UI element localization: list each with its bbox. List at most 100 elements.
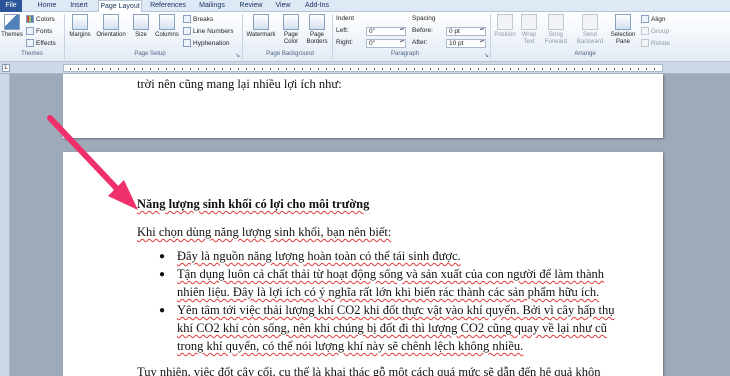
tab-mailings[interactable]: Mailings — [194, 0, 230, 12]
indent-heading: Indent — [336, 15, 355, 22]
line-numbers-button[interactable]: Line Numbers — [183, 27, 233, 37]
ruler-tick — [230, 68, 231, 70]
ruler-tick — [582, 68, 583, 70]
ruler-tick — [558, 68, 559, 70]
ruler-tick — [166, 68, 167, 70]
rotate-button[interactable]: Rotate — [641, 39, 670, 49]
position-button[interactable]: Position — [492, 14, 518, 39]
page1-last-line: trời nên cũng mang lại nhiều lợi ích như… — [137, 77, 342, 91]
breaks-icon — [183, 15, 191, 24]
watermark-icon — [253, 14, 269, 30]
tab-insert[interactable]: Insert — [64, 0, 94, 12]
indent-left-input[interactable]: 0" — [366, 27, 406, 36]
ruler-tick — [630, 68, 631, 70]
group-divider — [64, 14, 65, 59]
ruler-tick — [142, 68, 143, 70]
vertical-ruler[interactable] — [0, 74, 10, 376]
hyphenation-button[interactable]: Hyphenation — [183, 39, 230, 49]
themes-group-label: Themes — [21, 51, 43, 57]
page-background-group-label: Page Background — [266, 51, 314, 57]
ruler-tick — [470, 68, 471, 70]
ruler-tick — [430, 68, 431, 70]
ruler-tick — [286, 68, 287, 70]
ruler-tick — [78, 68, 79, 70]
bring-forward-icon — [548, 14, 564, 30]
align-button[interactable]: Align — [641, 15, 665, 25]
ruler-tick — [590, 68, 591, 70]
ruler-tick — [542, 68, 543, 70]
align-icon — [641, 15, 649, 24]
theme-effects-button[interactable]: Effects — [26, 39, 56, 49]
ruler-tick — [534, 68, 535, 70]
bring-forward-button[interactable]: Bring Forward — [542, 14, 570, 46]
spacing-heading: Spacing — [412, 15, 436, 22]
group-divider — [332, 14, 333, 59]
indent-right-label: Right: — [336, 39, 353, 46]
ruler-tick — [342, 68, 343, 70]
ruler-tick — [518, 68, 519, 70]
ruler-tick — [294, 68, 295, 70]
ruler-tick — [326, 68, 327, 70]
ruler-tick — [126, 68, 127, 70]
margins-button[interactable]: Margins — [67, 14, 93, 39]
ruler-tick — [366, 68, 367, 70]
rotate-icon — [641, 39, 649, 48]
breaks-button[interactable]: Breaks — [183, 15, 213, 25]
spacing-before-label: Before: — [412, 27, 433, 34]
theme-colors-button[interactable]: Colors — [26, 15, 55, 25]
tab-view[interactable]: View — [270, 0, 296, 12]
size-button[interactable]: Size — [130, 14, 152, 39]
ruler-tick — [318, 68, 319, 70]
paragraph-dialog-launcher[interactable]: ↘ — [484, 52, 489, 59]
ribbon-tab-bar: File Home Insert Page Layout References … — [0, 0, 730, 13]
ruler-tick — [278, 68, 279, 70]
bullet-2-line-2: nhiên liệu. Đây là lợi ích có ý nghĩa rấ… — [177, 285, 600, 299]
horizontal-ruler-row: L — [0, 62, 730, 74]
tab-home[interactable]: Home — [32, 0, 62, 12]
bullet-2-line-1: Tận dụng luôn cả chất thải từ hoạt động … — [177, 267, 604, 281]
orientation-button[interactable]: Orientation — [94, 14, 128, 39]
paragraph-group-label: Paragraph — [390, 51, 420, 57]
spacing-after-input[interactable]: 10 pt — [446, 39, 486, 48]
ruler-tick — [174, 68, 175, 70]
selection-pane-button[interactable]: Selection Pane — [608, 14, 638, 46]
page-setup-dialog-launcher[interactable]: ↘ — [235, 52, 240, 59]
ribbon: Themes Colors Fonts Effects Themes Margi… — [0, 12, 730, 62]
send-backward-icon — [582, 14, 598, 30]
effects-icon — [26, 39, 34, 48]
indent-right-input[interactable]: 0" — [366, 39, 406, 48]
ruler-tick — [438, 68, 439, 70]
group-button[interactable]: Group — [641, 27, 669, 37]
theme-fonts-button[interactable]: Fonts — [26, 27, 52, 37]
tab-references[interactable]: References — [146, 0, 190, 12]
ruler-tick — [502, 68, 503, 70]
bullet-marker: ● — [159, 251, 166, 262]
ruler-tick — [374, 68, 375, 70]
ruler-tick — [94, 68, 95, 70]
page-setup-group-label: Page Setup — [134, 51, 166, 57]
page-borders-button[interactable]: Page Borders — [304, 14, 330, 46]
tab-selector[interactable]: L — [2, 64, 10, 72]
selection-pane-icon — [615, 14, 631, 30]
tab-review[interactable]: Review — [236, 0, 266, 12]
ruler-tick — [510, 68, 511, 70]
wrap-text-button[interactable]: Wrap Text — [518, 14, 540, 46]
horizontal-ruler[interactable] — [63, 64, 663, 72]
ruler-tick — [638, 68, 639, 70]
document-page-2[interactable]: Năng lượng sinh khối có lợi cho môi trườ… — [63, 152, 663, 376]
tab-add-ins[interactable]: Add-Ins — [300, 0, 334, 12]
ruler-tick — [222, 68, 223, 70]
themes-button[interactable]: Themes — [1, 14, 23, 39]
columns-button[interactable]: Columns — [153, 14, 181, 39]
send-backward-button[interactable]: Send Backward — [574, 14, 606, 46]
spacing-before-input[interactable]: 0 pt — [446, 27, 486, 36]
ruler-tick — [334, 68, 335, 70]
watermark-button[interactable]: Watermark — [245, 14, 277, 39]
ruler-tick — [206, 68, 207, 70]
document-page-1[interactable]: trời nên cũng mang lại nhiều lợi ích như… — [63, 74, 663, 138]
page-color-icon — [283, 14, 299, 30]
tab-file[interactable]: File — [0, 0, 22, 12]
page-color-button[interactable]: Page Color — [278, 14, 304, 46]
ruler-tick — [462, 68, 463, 70]
ruler-tick — [254, 68, 255, 70]
